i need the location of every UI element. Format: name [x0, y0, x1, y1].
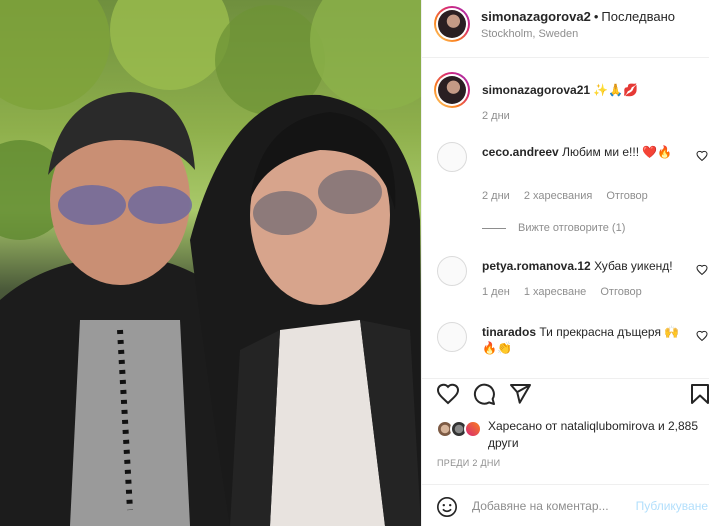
comments-list[interactable]: simonazagorova21 ✨🙏💋 2 дни ceco.andreev … — [422, 58, 709, 378]
comment-time[interactable]: 2 дни — [482, 190, 510, 202]
caption-username[interactable]: simonazagorova21 — [482, 83, 590, 97]
post-comment-button[interactable]: Публикуване — [636, 499, 708, 513]
comment-text: ceco.andreev Любим ми е!!! ❤️🔥 — [482, 144, 688, 160]
likes-text[interactable]: Харесано от nataliqlubomirova и 2,885 др… — [488, 418, 704, 452]
like-comment-heart-icon[interactable] — [696, 264, 708, 276]
like-comment-heart-icon[interactable] — [696, 330, 708, 342]
bookmark-icon[interactable] — [688, 382, 709, 406]
like-comment-heart-icon[interactable] — [696, 150, 708, 162]
comment-username[interactable]: petya.romanova.12 — [482, 259, 591, 273]
reply-button[interactable]: Отговор — [600, 286, 641, 298]
author-username[interactable]: simonazagorova2 — [481, 9, 591, 24]
comment-text: petya.romanova.12 Хубав уикенд! — [482, 258, 688, 274]
likes-summary: Харесано от nataliqlubomirova и 2,885 др… — [422, 412, 709, 452]
comment-item: tinarados Ти прекрасна дъщеря 🙌🔥👏 — [422, 322, 709, 372]
comment-input[interactable] — [472, 495, 628, 517]
comment-likes[interactable]: 2 харесвания — [524, 190, 592, 202]
author-line: simonazagorova2 • Последвано — [481, 9, 675, 24]
caption: simonazagorova21 ✨🙏💋 2 дни — [422, 72, 709, 132]
post-sidebar: simonazagorova2 • Последвано Stockholm, Sw… — [421, 0, 709, 526]
caption-meta: 2 дни — [482, 110, 521, 122]
caption-time[interactable]: 2 дни — [482, 110, 510, 122]
commenter-avatar[interactable] — [437, 256, 467, 286]
post-photo[interactable] — [0, 0, 421, 526]
caption-emojis: ✨🙏💋 — [593, 83, 639, 97]
emoji-icon[interactable] — [436, 496, 458, 518]
replies-divider — [482, 227, 506, 229]
view-replies-button[interactable]: Вижте отговорите (1) — [482, 222, 625, 234]
follow-status-button[interactable]: Последвано — [601, 9, 675, 24]
comment-item: petya.romanova.12 Хубав уикенд! 1 ден 1 … — [422, 256, 709, 306]
comment-text: tinarados Ти прекрасна дъщеря 🙌🔥👏 — [482, 324, 688, 356]
share-icon[interactable] — [508, 382, 532, 406]
author-avatar[interactable] — [434, 6, 470, 42]
action-bar — [422, 378, 709, 408]
liker-avatar[interactable] — [464, 420, 482, 438]
view-replies-label: Вижте отговорите (1) — [518, 222, 626, 234]
comment-username[interactable]: tinarados — [482, 325, 536, 339]
comment-username[interactable]: ceco.andreev — [482, 145, 559, 159]
caption-text: simonazagorova21 ✨🙏💋 — [482, 82, 688, 98]
comment-time[interactable]: 1 ден — [482, 286, 510, 298]
comment-body: Хубав уикенд! — [594, 259, 673, 273]
caption-avatar[interactable] — [434, 72, 470, 108]
reply-button[interactable]: Отговор — [606, 190, 647, 202]
post-date[interactable]: ПРЕДИ 2 ДНИ — [437, 458, 500, 468]
post-header: simonazagorova2 • Последвано Stockholm, Sw… — [422, 0, 709, 58]
add-comment-bar: Публикуване — [422, 484, 709, 526]
separator-dot: • — [593, 9, 599, 24]
comment-item: ceco.andreev Любим ми е!!! ❤️🔥 2 дни 2 х… — [422, 142, 709, 234]
heart-icon[interactable] — [436, 382, 460, 406]
comment-body: Любим ми е!!! ❤️🔥 — [562, 145, 673, 159]
commenter-avatar[interactable] — [437, 142, 467, 172]
comment-likes[interactable]: 1 харесване — [524, 286, 586, 298]
comment-icon[interactable] — [472, 382, 496, 406]
comment-meta: 2 дни 2 харесвания Отговор — [482, 190, 659, 202]
photo-illustration — [0, 0, 421, 526]
comment-meta: 1 ден 1 харесване Отговор — [482, 286, 653, 298]
commenter-avatar[interactable] — [437, 322, 467, 352]
post-location[interactable]: Stockholm, Sweden — [481, 28, 578, 40]
